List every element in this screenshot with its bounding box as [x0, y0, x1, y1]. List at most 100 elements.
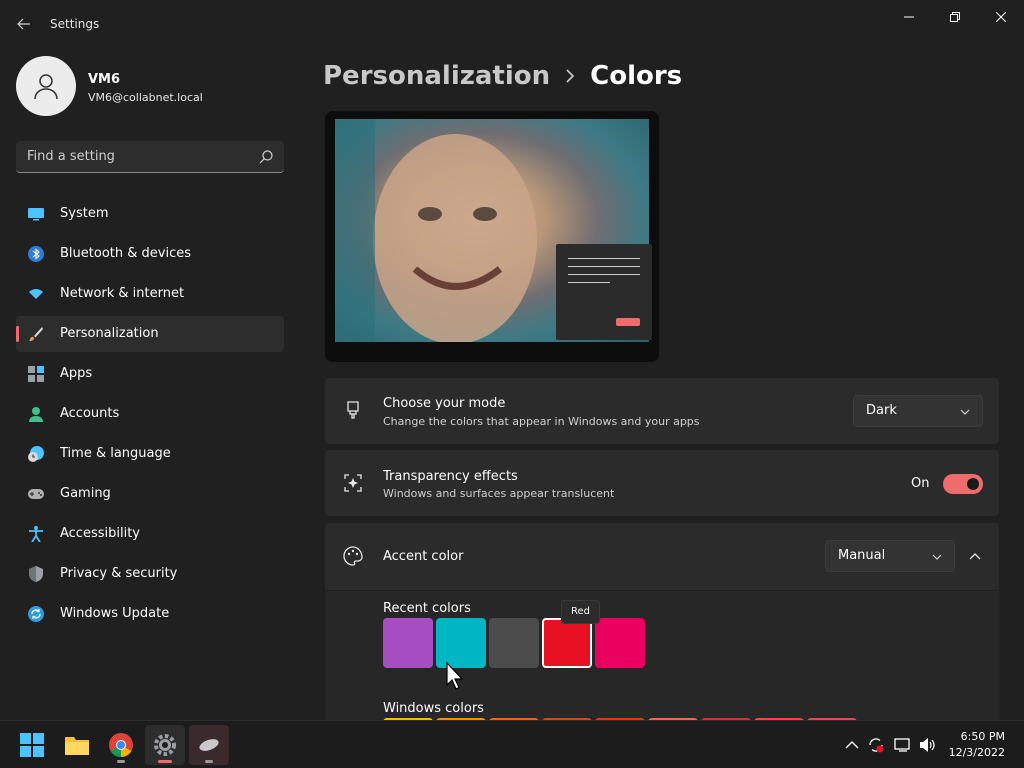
sidebar-item-system[interactable]: System [16, 196, 284, 232]
sidebar-item-label: System [60, 206, 109, 221]
volume-icon[interactable] [918, 736, 936, 754]
close-button[interactable] [978, 4, 1024, 30]
wifi-icon [29, 289, 43, 299]
recent-color-swatch[interactable] [436, 618, 486, 668]
collapse-button[interactable] [961, 541, 989, 571]
preview-line [568, 266, 640, 267]
mode-dropdown-value: Dark [866, 403, 897, 418]
accent-color-setting[interactable]: Accent color Manual [325, 523, 999, 590]
sidebar-item-time-language[interactable]: Time & language [16, 436, 284, 472]
avatar [16, 56, 76, 116]
sidebar-item-bluetooth[interactable]: Bluetooth & devices [16, 236, 284, 272]
sidebar-item-privacy[interactable]: Privacy & security [16, 556, 284, 592]
app-title: Settings [50, 17, 100, 31]
accent-title: Accent color [383, 549, 464, 564]
back-button[interactable] [12, 10, 36, 38]
color-tooltip: Red [561, 600, 600, 624]
chevron-right-icon [566, 69, 575, 83]
page-title: Colors [590, 61, 683, 91]
user-name: VM6 [88, 72, 121, 87]
mouse-cursor-icon [446, 662, 464, 690]
sidebar-item-label: Accessibility [60, 526, 140, 541]
sidebar-item-gaming[interactable]: Gaming [16, 476, 284, 512]
paint-app-button[interactable] [189, 725, 229, 765]
transparency-toggle[interactable] [943, 474, 983, 494]
chrome-icon [109, 733, 133, 757]
sidebar-item-label: Bluetooth & devices [60, 246, 191, 261]
mode-dropdown[interactable]: Dark [853, 395, 983, 427]
restore-button[interactable] [932, 4, 978, 30]
windows-colors-label: Windows colors [383, 701, 484, 716]
folder-icon [65, 737, 89, 755]
bluetooth-icon [28, 246, 44, 262]
clock-globe-icon [28, 446, 44, 462]
user-email: VM6@collabnet.local [88, 91, 203, 104]
search-placeholder: Find a setting [27, 149, 115, 164]
preview-line [568, 282, 610, 283]
recent-color-swatch[interactable] [542, 618, 592, 668]
clock-time[interactable]: 6:50 PM [961, 730, 1005, 743]
paint-bucket-icon [347, 401, 359, 419]
sidebar-item-windows-update[interactable]: Windows Update [16, 596, 284, 632]
preview-window [556, 244, 652, 340]
chevron-up-icon[interactable] [843, 736, 861, 754]
chevron-down-icon [932, 554, 942, 560]
transparency-toggle-label: On [911, 476, 930, 491]
sidebar-item-accounts[interactable]: Accounts [16, 396, 284, 432]
mouse-device-icon [199, 739, 219, 751]
mode-title: Choose your mode [383, 396, 506, 411]
accent-dropdown-value: Manual [838, 548, 886, 563]
sidebar-nav: System Bluetooth & devices Network & int… [16, 196, 284, 636]
file-explorer-button[interactable] [57, 725, 97, 765]
palette-icon [343, 546, 363, 566]
sidebar-item-apps[interactable]: Apps [16, 356, 284, 392]
windows-logo-icon [20, 733, 44, 757]
network-icon[interactable] [894, 736, 912, 754]
user-icon [34, 74, 58, 100]
search-icon [259, 150, 273, 164]
sidebar-item-label: Accounts [60, 406, 120, 421]
clock-date[interactable]: 12/3/2022 [949, 746, 1005, 759]
preview-accent-button [616, 318, 640, 326]
recent-color-swatch[interactable] [489, 618, 539, 668]
running-indicator [205, 760, 213, 763]
mode-subtitle: Change the colors that appear in Windows… [383, 415, 700, 428]
running-indicator [117, 760, 125, 763]
title-bar: Settings [0, 0, 1024, 48]
sidebar-item-accessibility[interactable]: Accessibility [16, 516, 284, 552]
person-icon [29, 407, 43, 422]
sidebar-item-label: Network & internet [60, 286, 185, 301]
sidebar-item-label: Time & language [60, 446, 171, 461]
chevron-up-icon [969, 553, 981, 560]
back-arrow-icon [17, 18, 30, 30]
gear-icon [154, 734, 176, 756]
chrome-button[interactable] [101, 725, 141, 765]
settings-app-button[interactable] [145, 725, 185, 765]
recent-color-swatch[interactable] [595, 618, 645, 668]
minimize-button[interactable] [886, 4, 932, 30]
sync-icon[interactable] [867, 736, 885, 754]
minimize-icon [904, 16, 914, 18]
sidebar-item-network[interactable]: Network & internet [16, 276, 284, 312]
update-icon [28, 606, 44, 622]
search-input[interactable]: Find a setting [16, 141, 284, 173]
sidebar-item-personalization[interactable]: Personalization [16, 316, 284, 352]
transparency-title: Transparency effects [383, 469, 518, 484]
sidebar-item-label: Gaming [60, 486, 111, 501]
brush-icon [29, 327, 43, 341]
breadcrumb-parent[interactable]: Personalization [323, 61, 550, 91]
transparency-setting: Transparency effects Windows and surface… [325, 450, 999, 516]
accent-dropdown[interactable]: Manual [825, 540, 955, 572]
apps-icon [28, 366, 44, 382]
mode-setting: Choose your mode Change the colors that … [325, 378, 999, 444]
breadcrumb: Personalization Colors [323, 58, 682, 94]
taskbar: 6:50 PM 12/3/2022 [0, 720, 1024, 768]
recent-colors-label: Recent colors [383, 601, 471, 616]
wallpaper-preview [335, 119, 652, 342]
chevron-down-icon [960, 409, 970, 415]
restore-icon [950, 12, 960, 22]
start-button[interactable] [12, 725, 52, 765]
sparkle-icon [344, 474, 362, 492]
recent-color-swatch[interactable] [383, 618, 433, 668]
user-profile[interactable]: VM6 VM6@collabnet.local [16, 56, 296, 118]
